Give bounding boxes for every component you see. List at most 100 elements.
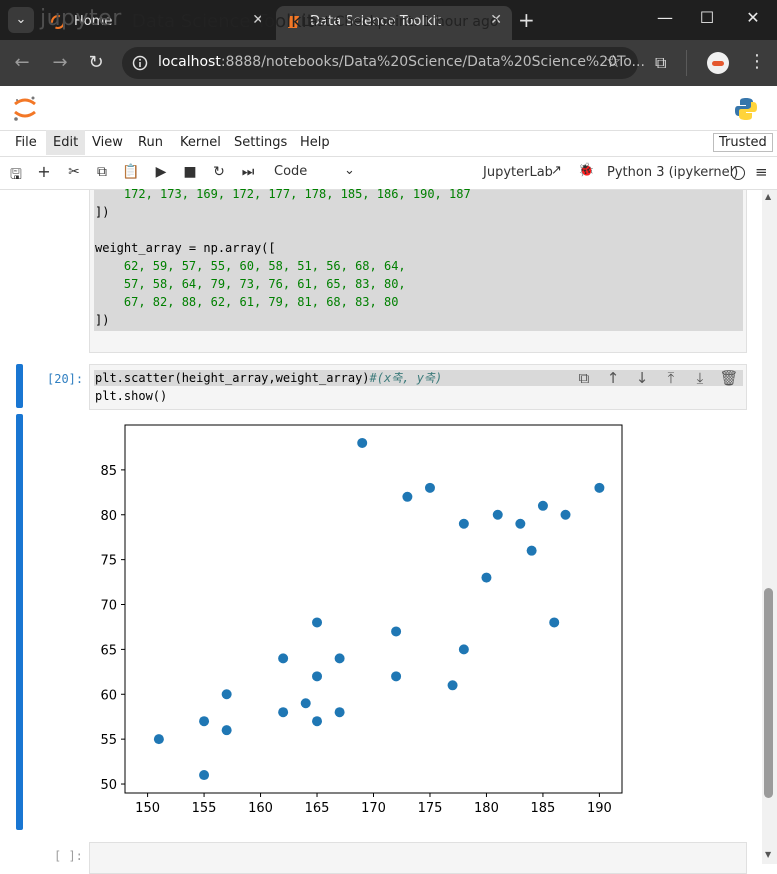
scrollbar-thumb[interactable] xyxy=(764,588,773,798)
reload-icon[interactable]: ↻ xyxy=(84,52,108,73)
duplicate-cell-icon[interactable]: ⧉ xyxy=(574,369,594,387)
scatter-point xyxy=(515,518,526,529)
bookmark-star-icon[interactable]: ☆ xyxy=(606,52,621,72)
fast-forward-icon[interactable]: ⏭ xyxy=(238,164,258,180)
scatter-point xyxy=(278,707,289,718)
scatter-point xyxy=(221,689,232,700)
scroll-up-icon[interactable]: ▲ xyxy=(765,192,771,201)
menu-kernel[interactable]: Kernel xyxy=(180,135,221,150)
checkpoint-status: Last Checkpoint: 1 hour ago xyxy=(301,14,499,30)
forward-icon[interactable]: → xyxy=(48,52,72,73)
y-tick-label: 65 xyxy=(100,643,117,658)
active-cell-input-bar[interactable] xyxy=(16,364,23,408)
y-tick-label: 50 xyxy=(100,778,117,793)
x-tick-label: 175 xyxy=(418,801,443,816)
save-icon[interactable]: 🖫 xyxy=(6,164,26,188)
scatter-point xyxy=(300,698,311,709)
paste-icon[interactable]: 📋 xyxy=(121,164,141,180)
jupyterlab-link[interactable]: JupyterLab xyxy=(483,165,553,180)
menu-view[interactable]: View xyxy=(92,135,123,150)
x-tick-label: 155 xyxy=(192,801,217,816)
move-down-icon[interactable]: ↓ xyxy=(632,369,652,387)
menu-bar: File Edit View Run Kernel Settings Help … xyxy=(0,130,777,157)
y-tick-label: 75 xyxy=(100,554,117,569)
trusted-badge[interactable]: Trusted xyxy=(713,133,773,152)
empty-code-cell[interactable] xyxy=(89,842,747,874)
scatter-point xyxy=(424,482,435,493)
menu-settings[interactable]: Settings xyxy=(234,135,287,150)
window-close-icon[interactable]: ✕ xyxy=(738,8,768,27)
active-cell-output-bar[interactable] xyxy=(16,414,23,830)
copy-icon[interactable]: ⧉ xyxy=(92,164,112,180)
add-cell-icon[interactable]: + xyxy=(34,162,54,181)
x-tick-label: 160 xyxy=(248,801,273,816)
run-icon[interactable]: ▶ xyxy=(151,164,171,180)
scatter-point xyxy=(537,500,548,511)
menu-run[interactable]: Run xyxy=(138,135,163,150)
cell-type-select[interactable]: Code xyxy=(274,164,307,179)
scatter-plot: 150 155 160 165 170 175 180 185 190 50 55 60 65 70 75 8… xyxy=(100,424,623,816)
jupyter-header xyxy=(0,86,777,131)
scroll-down-icon[interactable]: ▼ xyxy=(765,850,771,859)
debugger-bug-icon[interactable]: 🐞 xyxy=(578,163,594,178)
scatter-point xyxy=(594,482,605,493)
y-tick-label: 70 xyxy=(100,599,117,614)
scatter-point xyxy=(334,653,345,664)
site-info-icon[interactable] xyxy=(132,55,148,71)
y-tick-label: 85 xyxy=(100,464,117,479)
x-tick-label: 165 xyxy=(305,801,330,816)
menu-file[interactable]: File xyxy=(15,135,37,150)
maximize-icon[interactable]: ☐ xyxy=(692,8,722,27)
scatter-point xyxy=(402,491,413,502)
cell-20-code[interactable]: plt.scatter(height_array,weight_array)#(… xyxy=(95,369,442,405)
plot-axes-frame xyxy=(124,424,623,794)
scatter-point xyxy=(357,437,368,448)
new-tab-button[interactable]: + xyxy=(518,8,535,32)
menu-edit[interactable]: Edit xyxy=(46,130,86,155)
scatter-point xyxy=(278,653,289,664)
insert-above-icon[interactable]: ⤒ xyxy=(661,369,681,387)
minimize-icon[interactable]: — xyxy=(650,8,680,27)
scatter-point xyxy=(447,680,458,691)
menu-help[interactable]: Help xyxy=(300,135,330,150)
address-bar[interactable]: localhost:8888/notebooks/Data%20Science/… xyxy=(122,47,645,79)
browser-menu-icon[interactable]: ⋮ xyxy=(748,51,766,72)
delete-cell-icon[interactable]: 🗑 xyxy=(719,369,739,387)
x-tick-label: 170 xyxy=(361,801,386,816)
kernel-name[interactable]: Python 3 (ipykernel) xyxy=(607,165,738,180)
jupyter-logo-text: jupyter xyxy=(40,6,122,31)
y-tick-label: 60 xyxy=(100,688,117,703)
kernel-status-icon xyxy=(731,166,745,180)
x-tick-label: 150 xyxy=(135,801,160,816)
cut-icon[interactable]: ✂ xyxy=(64,164,84,180)
url-text: localhost:8888/notebooks/Data%20Science/… xyxy=(158,54,645,70)
tab-search-dropdown[interactable]: ⌄ xyxy=(8,7,34,33)
scatter-point xyxy=(312,671,323,682)
x-tick-label: 180 xyxy=(474,801,499,816)
python-logo-icon xyxy=(735,98,757,120)
cell-prompt: [20]: xyxy=(47,372,84,386)
insert-below-icon[interactable]: ⤓ xyxy=(690,369,710,387)
back-icon[interactable]: ← xyxy=(10,52,34,73)
scatter-point xyxy=(391,626,402,637)
hamburger-menu-icon[interactable]: ≡ xyxy=(755,163,768,181)
profile-avatar[interactable] xyxy=(707,52,729,74)
external-link-icon[interactable]: ↗ xyxy=(551,163,562,178)
scatter-point xyxy=(549,617,560,628)
scatter-point xyxy=(312,716,323,727)
stop-icon[interactable]: ■ xyxy=(180,164,200,180)
scatter-point xyxy=(458,518,469,529)
previous-cell-code[interactable]: 172, 173, 169, 172, 177, 178, 185, 186, … xyxy=(95,185,471,329)
notebook-title[interactable]: Data Science Toolkit xyxy=(132,11,314,32)
chevron-down-icon[interactable]: ⌄ xyxy=(344,163,355,178)
scatter-point xyxy=(221,725,232,736)
scatter-point xyxy=(526,545,537,556)
restart-icon[interactable]: ↻ xyxy=(209,164,229,180)
scatter-point xyxy=(334,707,345,718)
jupyter-logo-icon[interactable] xyxy=(12,94,38,122)
scatter-point xyxy=(199,770,210,781)
y-tick-label: 55 xyxy=(100,733,117,748)
move-up-icon[interactable]: ↑ xyxy=(603,369,623,387)
scatter-point xyxy=(199,716,210,727)
extensions-icon[interactable]: ⧉ xyxy=(655,53,666,73)
